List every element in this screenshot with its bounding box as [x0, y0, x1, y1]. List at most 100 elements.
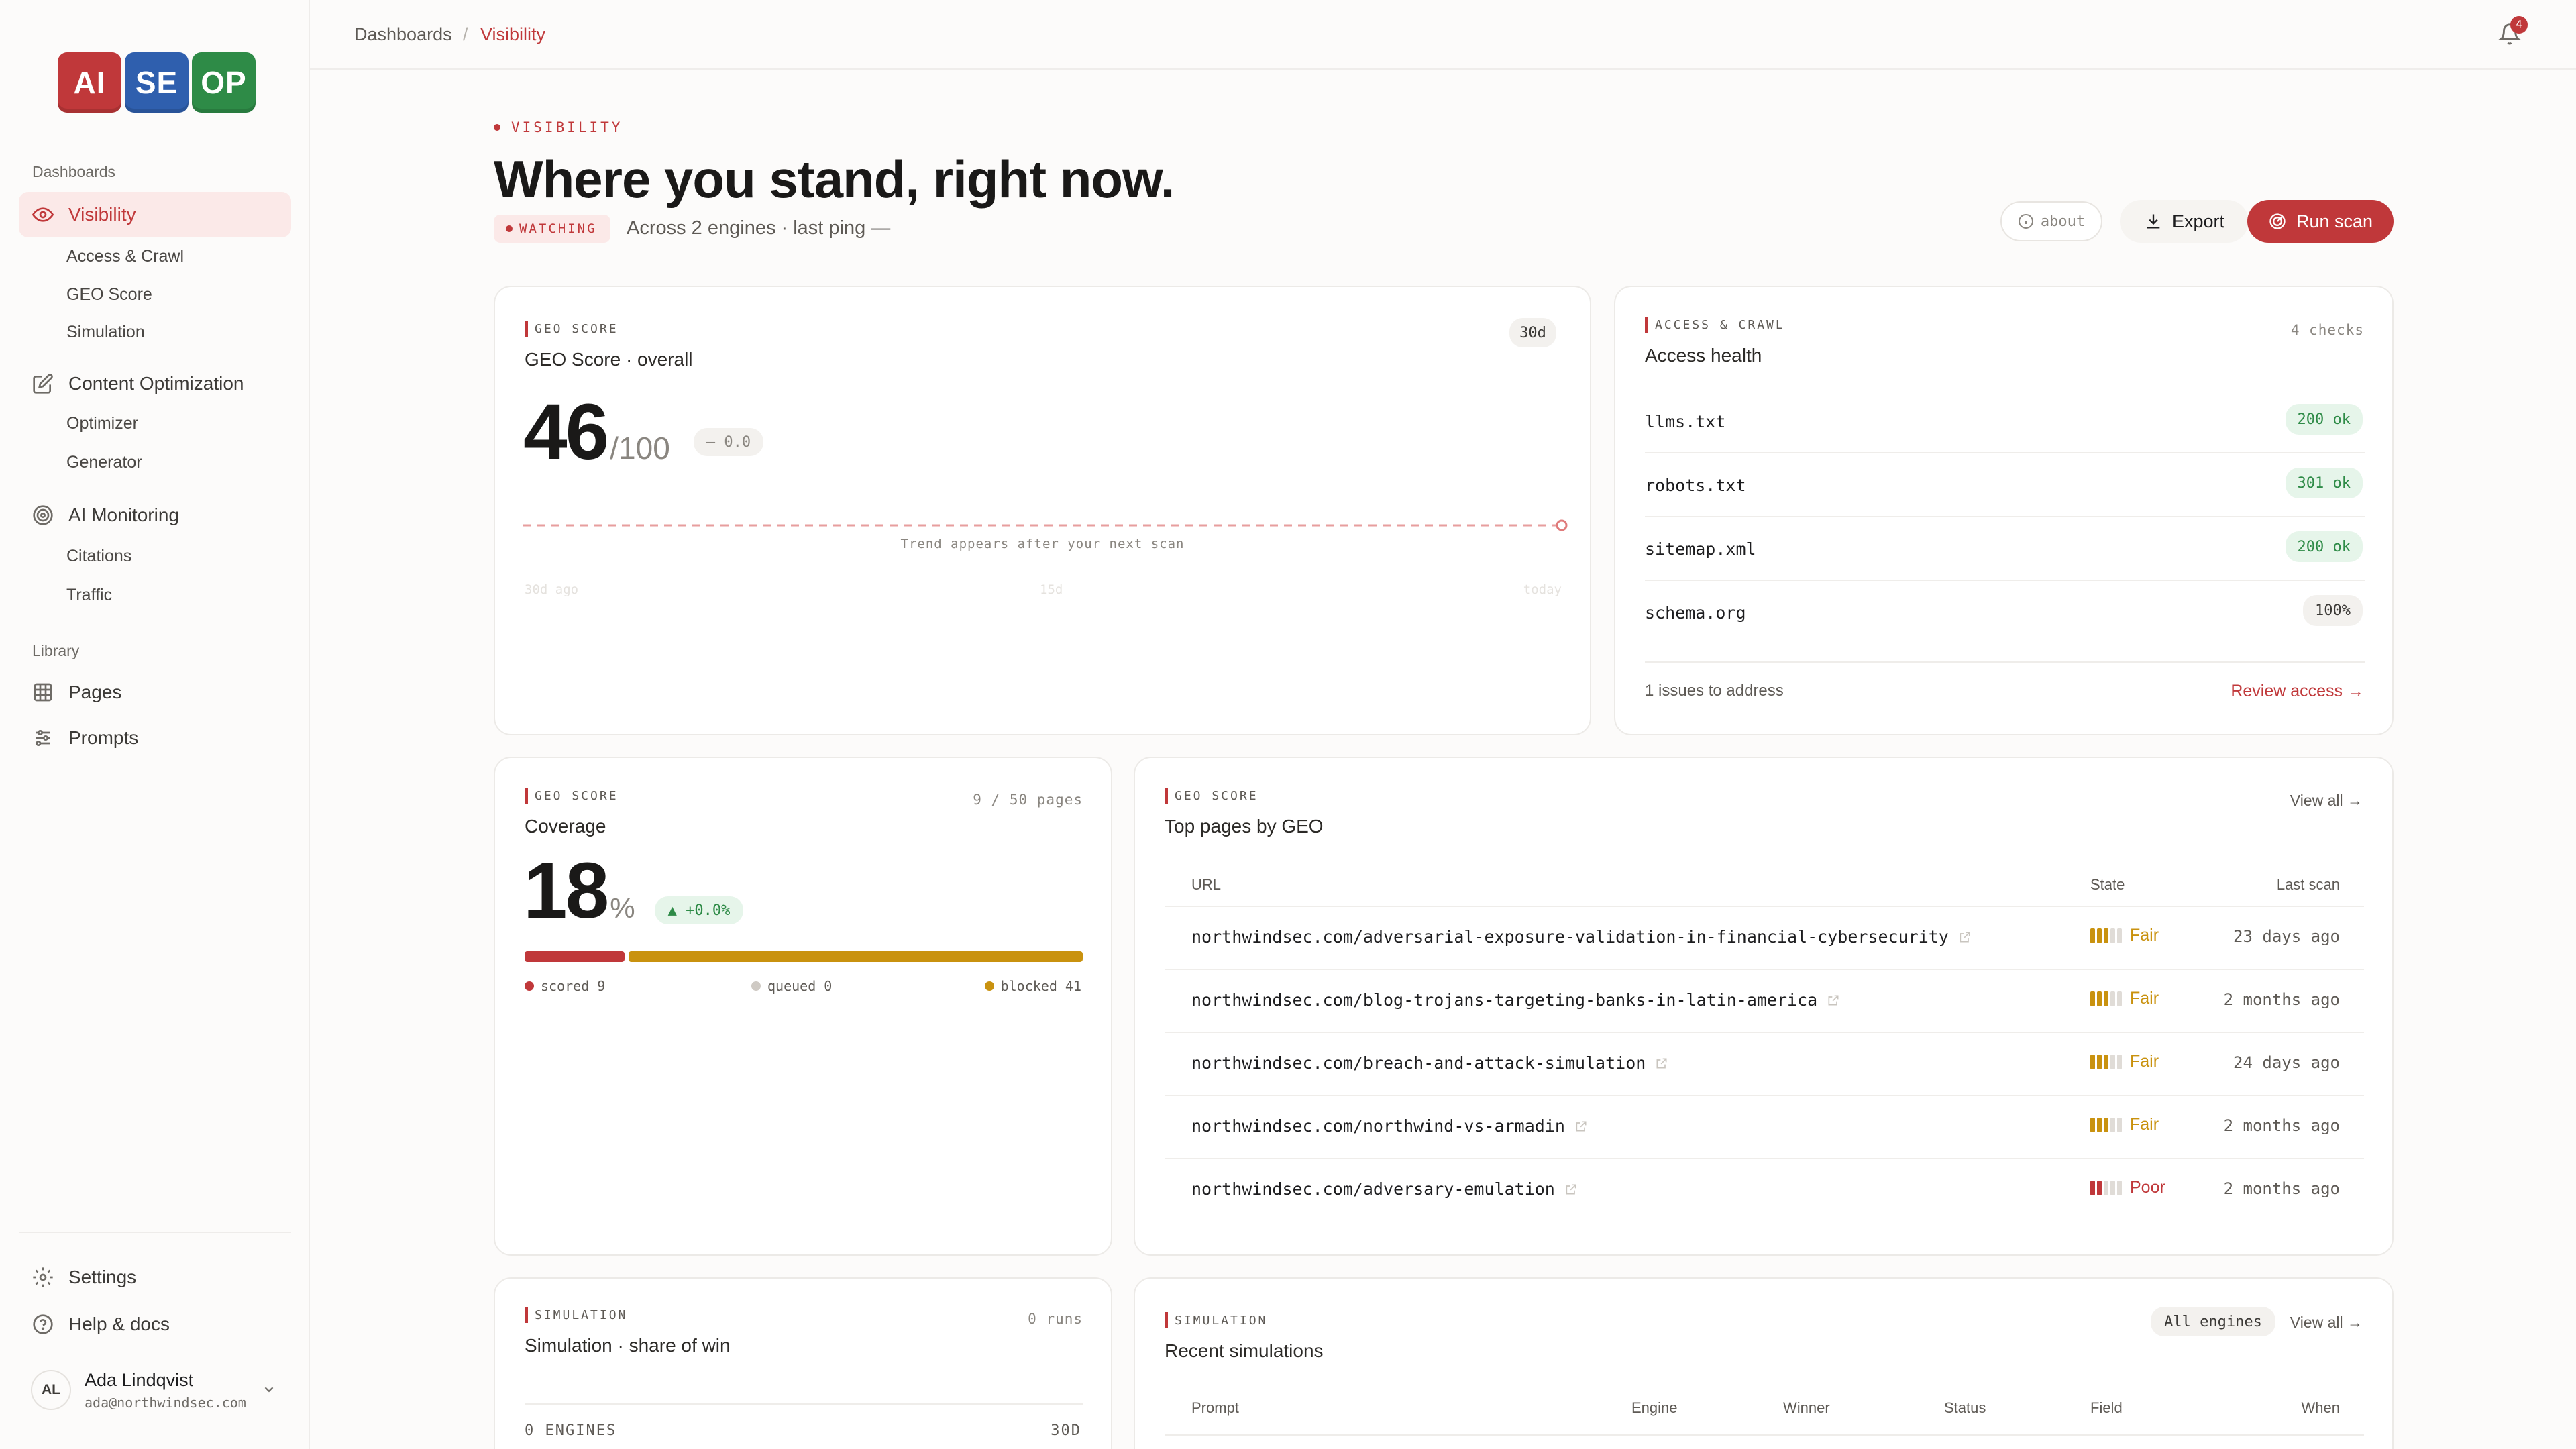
coverage-number: 18 [523, 847, 609, 935]
status-dot [506, 225, 513, 232]
card-title: Recent simulations [1165, 1340, 1324, 1361]
view-all-link[interactable]: View all → [2290, 1313, 2363, 1332]
sidebar-item-prompts[interactable]: Prompts [19, 715, 291, 761]
legend-dot [984, 981, 994, 991]
sidebar-item-optimizer[interactable]: Optimizer [66, 414, 138, 433]
sidebar-item-label: Prompts [68, 727, 139, 748]
export-label: Export [2171, 211, 2225, 231]
access-status-badge: 200 ok [2285, 404, 2363, 435]
sidebar-item-traffic[interactable]: Traffic [66, 586, 112, 605]
breadcrumb-root[interactable]: Dashboards [354, 24, 452, 45]
external-link-icon [1574, 1120, 1588, 1133]
section-label-dashboards: Dashboards [32, 163, 116, 180]
run-scan-label: Run scan [2296, 211, 2373, 231]
radar-icon [32, 504, 54, 526]
engine-filter-select[interactable]: All engines [2151, 1307, 2275, 1336]
user-menu[interactable]: AL Ada Lindqvist ada@northwindsec.com [19, 1356, 291, 1424]
sidebar-item-label: Visibility [68, 204, 136, 225]
sidebar-item-help[interactable]: Help & docs [19, 1301, 291, 1347]
state-label: Fair [2130, 1115, 2159, 1134]
pages-count: 9 / 50 pages [973, 792, 1083, 808]
access-status-badge: 100% [2303, 595, 2363, 626]
about-button[interactable]: about [2000, 201, 2102, 241]
page-url-link[interactable]: northwindsec.com/breach-and-attack-simul… [1191, 1053, 1668, 1073]
logo-tile-ai: AI [58, 52, 121, 113]
page-url-link[interactable]: northwindsec.com/blog-trojans-targeting-… [1191, 990, 1840, 1010]
legend-blocked: blocked 41 [984, 978, 1081, 994]
export-button[interactable]: Export [2120, 200, 2249, 243]
page-url-link[interactable]: northwindsec.com/adversarial-exposure-va… [1191, 927, 1972, 947]
sidebar: AI SE OP Dashboards Visibility Access & … [0, 0, 310, 1449]
state-label: Fair [2130, 989, 2159, 1008]
external-link-icon [1655, 1057, 1668, 1070]
breadcrumb-separator: / [463, 24, 468, 44]
eye-icon [32, 204, 54, 225]
state-bars [2090, 1117, 2122, 1132]
page-last-scan: 2 months ago [2223, 1116, 2340, 1135]
geo-score-card: GEO SCORE GEO Score · overall 30d 46 /10… [494, 286, 1591, 735]
notifications-button[interactable]: 4 [2498, 16, 2528, 47]
axis-start: 30d ago [525, 582, 579, 597]
range-chip[interactable]: 30d [1509, 318, 1556, 347]
divider [1165, 906, 2364, 907]
trend-placeholder-line [523, 519, 1568, 531]
page-state: Poor [2090, 1178, 2165, 1197]
user-name: Ada Lindqvist [85, 1369, 194, 1390]
sidebar-item-generator[interactable]: Generator [66, 453, 142, 472]
card-tag: GEO SCORE [525, 321, 619, 337]
sidebar-item-content-optimization[interactable]: Content Optimization [19, 361, 291, 407]
review-access-link[interactable]: Review access → [2231, 682, 2364, 701]
column-header-state: State [2090, 876, 2125, 893]
external-link-icon [1958, 930, 1972, 944]
divider [1645, 452, 2365, 453]
page-last-scan: 2 months ago [2223, 990, 2340, 1009]
coverage-segment-scored [525, 951, 625, 962]
sidebar-item-access-crawl[interactable]: Access & Crawl [66, 247, 184, 266]
engines-label: 0 ENGINES [525, 1422, 617, 1439]
sidebar-item-pages[interactable]: Pages [19, 669, 291, 715]
page-subtitle: Across 2 engines · last ping — [627, 217, 891, 239]
section-label-library: Library [32, 642, 80, 659]
sidebar-item-visibility[interactable]: Visibility [19, 192, 291, 237]
card-title: Coverage [525, 816, 606, 837]
status-text: WATCHING [519, 221, 597, 236]
state-label: Fair [2130, 1052, 2159, 1071]
state-bars [2090, 1054, 2122, 1069]
page-url-link[interactable]: northwindsec.com/adversary-emulation [1191, 1179, 1578, 1199]
sidebar-item-settings[interactable]: Settings [19, 1254, 291, 1300]
page-state: Fair [2090, 926, 2159, 945]
geo-score-value: 46 /100 [523, 386, 670, 478]
run-scan-button[interactable]: Run scan [2247, 200, 2394, 243]
sidebar-item-geo-score[interactable]: GEO Score [66, 285, 152, 305]
column-header-engine: Engine [1631, 1399, 1678, 1416]
page-url: northwindsec.com/adversarial-exposure-va… [1191, 927, 1949, 947]
divider [1165, 1158, 2364, 1159]
access-status-badge: 200 ok [2285, 531, 2363, 562]
access-health-card: ACCESS & CRAWL Access health 4 checks 1 … [1614, 286, 2394, 735]
coverage-delta: ▲ +0.0% [655, 896, 743, 924]
axis-mid: 15d [1040, 582, 1063, 597]
divider [1165, 1032, 2364, 1033]
page-url: northwindsec.com/blog-trojans-targeting-… [1191, 990, 1818, 1010]
divider [1165, 969, 2364, 970]
sidebar-item-citations[interactable]: Citations [66, 547, 131, 566]
page-title: Where you stand, right now. [494, 150, 1175, 209]
card-tag: ACCESS & CRAWL [1645, 317, 1785, 333]
page-url-link[interactable]: northwindsec.com/northwind-vs-armadin [1191, 1116, 1588, 1136]
column-header-last-scan: Last scan [2276, 876, 2340, 893]
brand-logo[interactable]: AI SE OP [58, 52, 256, 113]
legend-dot [525, 981, 534, 991]
page-last-scan: 23 days ago [2233, 927, 2340, 946]
state-bars [2090, 991, 2122, 1006]
view-all-link[interactable]: View all → [2290, 792, 2363, 810]
top-bar: Dashboards / Visibility 4 [310, 0, 2576, 70]
eyebrow-dot [494, 124, 500, 131]
access-check-name: llms.txt [1645, 412, 1726, 431]
edit-icon [32, 373, 54, 394]
sidebar-divider [19, 1232, 291, 1233]
info-icon [2018, 213, 2034, 229]
page-state: Fair [2090, 1115, 2159, 1134]
sidebar-item-ai-monitoring[interactable]: AI Monitoring [19, 492, 291, 538]
recent-simulations-card: SIMULATION Recent simulations All engine… [1134, 1277, 2394, 1449]
sidebar-item-simulation[interactable]: Simulation [66, 323, 145, 342]
